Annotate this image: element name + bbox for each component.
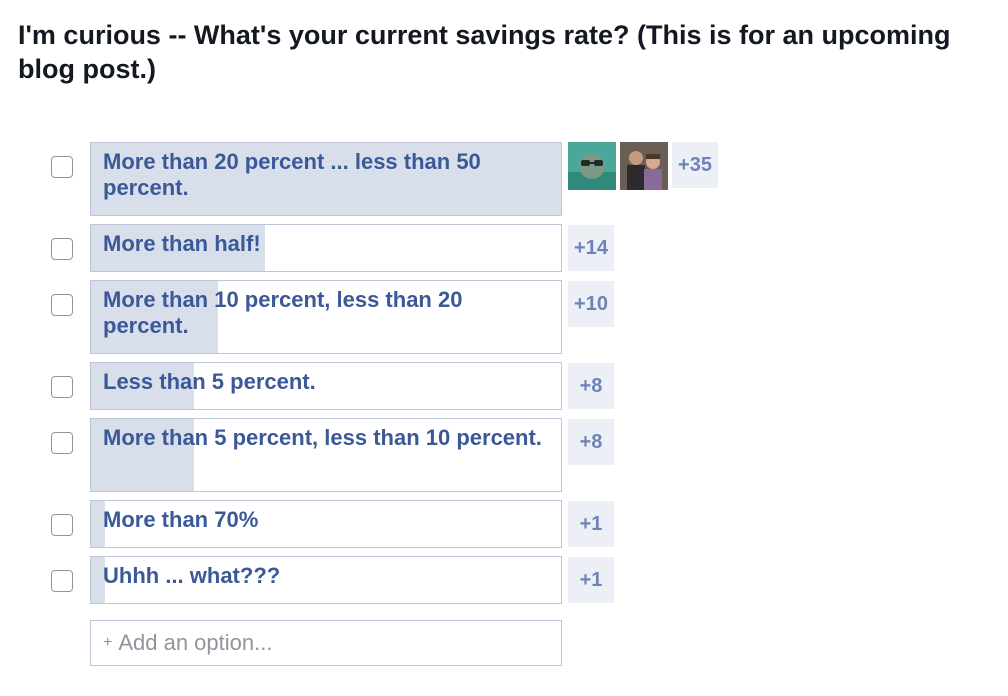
option-bar[interactable]: Uhhh ... what??? <box>90 556 562 604</box>
option-label: Uhhh ... what??? <box>103 563 281 588</box>
add-option-input[interactable]: + Add an option... <box>90 620 562 666</box>
option-label: More than 10 percent, less than 20 perce… <box>103 287 463 338</box>
voters: +1 <box>568 557 614 605</box>
option-label: Less than 5 percent. <box>103 369 316 394</box>
vote-count[interactable]: +1 <box>568 501 614 547</box>
option-label: More than 20 percent ... less than 50 pe… <box>103 149 481 200</box>
option-checkbox[interactable] <box>51 294 73 316</box>
plus-icon: + <box>103 634 113 651</box>
voter-avatar[interactable] <box>568 142 616 190</box>
option-checkbox[interactable] <box>51 570 73 592</box>
option-bar[interactable]: More than 20 percent ... less than 50 pe… <box>90 142 562 216</box>
voters: +10 <box>568 281 614 329</box>
option-bar[interactable]: More than 10 percent, less than 20 perce… <box>90 280 562 354</box>
option-label: More than half! <box>103 231 261 256</box>
option-checkbox[interactable] <box>51 376 73 398</box>
option-bar[interactable]: More than half! <box>90 224 562 272</box>
option-label: More than 5 percent, less than 10 percen… <box>103 425 542 450</box>
option-checkbox[interactable] <box>51 432 73 454</box>
voter-avatar[interactable] <box>620 142 668 190</box>
voters: +8 <box>568 419 614 467</box>
option-bar[interactable]: More than 70% <box>90 500 562 548</box>
voters: +8 <box>568 363 614 411</box>
voters: +35 <box>568 142 718 190</box>
vote-count[interactable]: +8 <box>568 363 614 409</box>
vote-count[interactable]: +1 <box>568 557 614 603</box>
vote-count[interactable]: +35 <box>672 142 718 188</box>
option-bar[interactable]: Less than 5 percent. <box>90 362 562 410</box>
voters: +14 <box>568 225 614 273</box>
poll-question: I'm curious -- What's your current savin… <box>18 20 951 84</box>
vote-count[interactable]: +10 <box>568 281 614 327</box>
option-checkbox[interactable] <box>51 238 73 260</box>
option-checkbox[interactable] <box>51 514 73 536</box>
voters: +1 <box>568 501 614 549</box>
vote-count[interactable]: +14 <box>568 225 614 271</box>
option-label: More than 70% <box>103 507 259 532</box>
option-bar[interactable]: More than 5 percent, less than 10 percen… <box>90 418 562 492</box>
add-option-placeholder: Add an option... <box>118 630 273 655</box>
option-checkbox[interactable] <box>51 156 73 178</box>
vote-count[interactable]: +8 <box>568 419 614 465</box>
